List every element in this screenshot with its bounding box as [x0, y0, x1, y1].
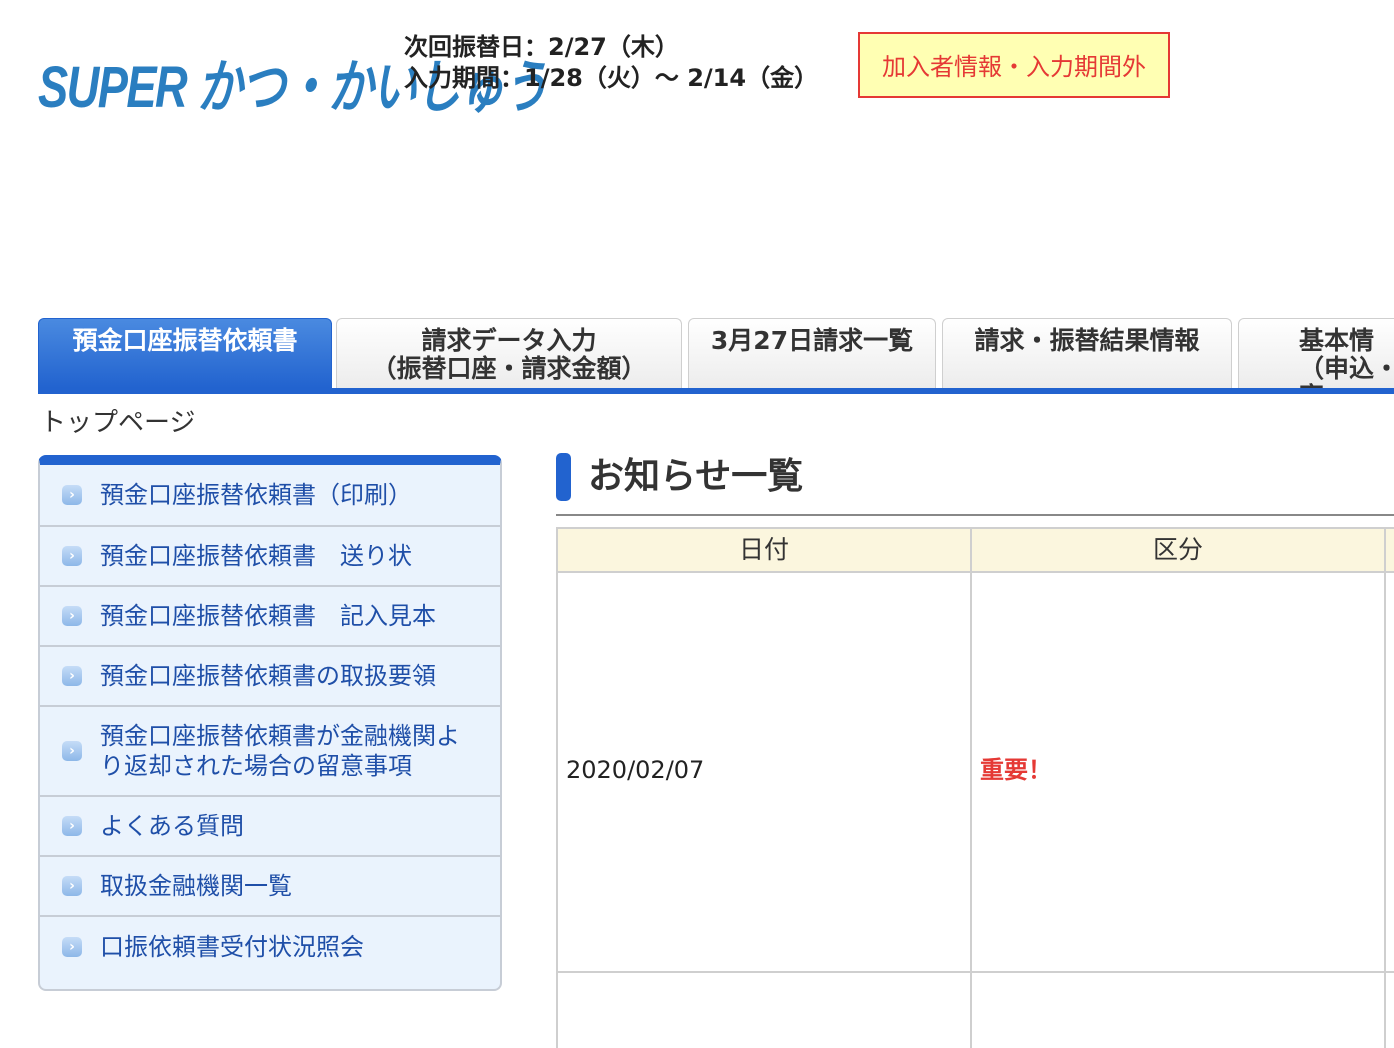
sidebar-item-print[interactable]: › 預金口座振替依頼書（印刷） [40, 465, 500, 527]
tab-underline [38, 388, 1394, 394]
schedule-info: 次回振替日：2/27（木） 入力期間：1/28（火）〜 2/14（金） [404, 32, 818, 94]
sidebar-item-label: 口振依頼書受付状況照会 [100, 933, 364, 961]
table-cell-empty [1384, 973, 1394, 1048]
sidebar-item-label: よくある質問 [100, 812, 244, 840]
column-header-more [1384, 527, 1394, 573]
sidebar-item-cover-letter[interactable]: › 預金口座振替依頼書 送り状 [40, 527, 500, 587]
input-period: 入力期間：1/28（火）〜 2/14（金） [404, 64, 819, 92]
sidebar-item-returned-notes[interactable]: › 預金口座振替依頼書が金融機関よ り返却された場合の留意事項 [40, 707, 500, 797]
page: SUPER かつ・かいしゅう 次回振替日：2/27（木） 入力期間：1/28（火… [0, 0, 1394, 1048]
chevron-right-icon: › [62, 741, 82, 761]
chevron-right-icon: › [62, 546, 82, 566]
sidebar-item-institutions[interactable]: › 取扱金融機関一覧 [40, 857, 500, 917]
notice-date: 2020/02/07 [566, 756, 705, 784]
sidebar-item-label: 預金口座振替依頼書の取扱要領 [100, 662, 436, 690]
sidebar-item-label: 預金口座振替依頼書 送り状 [100, 542, 412, 570]
chevron-right-icon: › [62, 485, 82, 505]
sidebar-item-label: 取扱金融機関一覧 [100, 872, 292, 900]
sidebar-item-guidelines[interactable]: › 預金口座振替依頼書の取扱要領 [40, 647, 500, 707]
chevron-right-icon: › [62, 606, 82, 626]
chevron-right-icon: › [62, 816, 82, 836]
chevron-right-icon: › [62, 876, 82, 896]
divider [556, 514, 1394, 516]
sidebar-item-faq[interactable]: › よくある質問 [40, 797, 500, 857]
sidebar-item-status-inquiry[interactable]: › 口振依頼書受付状況照会 [40, 917, 500, 977]
notice-section-title: お知らせ一覧 [588, 456, 804, 497]
table-cell-content [1384, 573, 1394, 973]
tab-billing-list[interactable]: 3月27日請求一覧 [688, 318, 936, 388]
tab-basic-info[interactable]: 基本情 （申込・変 [1238, 318, 1394, 388]
tab-transfer-request[interactable]: 預金口座振替依頼書 [38, 318, 332, 388]
tab-billing-input[interactable]: 請求データ入力 （振替口座・請求金額） [336, 318, 682, 388]
table-cell-empty [970, 973, 1386, 1048]
notice-category-badge: 重要！ [980, 756, 1052, 784]
sidebar-item-sample[interactable]: › 預金口座振替依頼書 記入見本 [40, 587, 500, 647]
status-badge[interactable]: 加入者情報・入力期間外 [858, 32, 1170, 98]
sidebar-item-label: 預金口座振替依頼書（印刷） [100, 481, 412, 509]
table-cell-empty [556, 973, 972, 1048]
column-header-date: 日付 [556, 527, 972, 573]
column-header-category: 区分 [970, 527, 1386, 573]
section-marker [556, 453, 571, 501]
next-transfer-date: 次回振替日：2/27（木） [404, 33, 679, 61]
main-tabs: 預金口座振替依頼書 請求データ入力 （振替口座・請求金額） 3月27日請求一覧 … [38, 318, 1394, 388]
chevron-right-icon: › [62, 666, 82, 686]
table-cell-date: 2020/02/07 [556, 573, 972, 973]
table-cell-category: 重要！ [970, 573, 1386, 973]
sidebar-item-label: 預金口座振替依頼書 記入見本 [100, 602, 436, 630]
sidebar-menu: › 預金口座振替依頼書（印刷） › 預金口座振替依頼書 送り状 › 預金口座振替… [38, 455, 502, 991]
breadcrumb: トップページ [40, 408, 196, 438]
sidebar-item-label: 預金口座振替依頼書が金融機関よ り返却された場合の留意事項 [100, 722, 460, 780]
tab-billing-results[interactable]: 請求・振替結果情報 [942, 318, 1232, 388]
notice-table: 日付 区分 2020/02/07 重要！ [556, 527, 1394, 1048]
chevron-right-icon: › [62, 937, 82, 957]
